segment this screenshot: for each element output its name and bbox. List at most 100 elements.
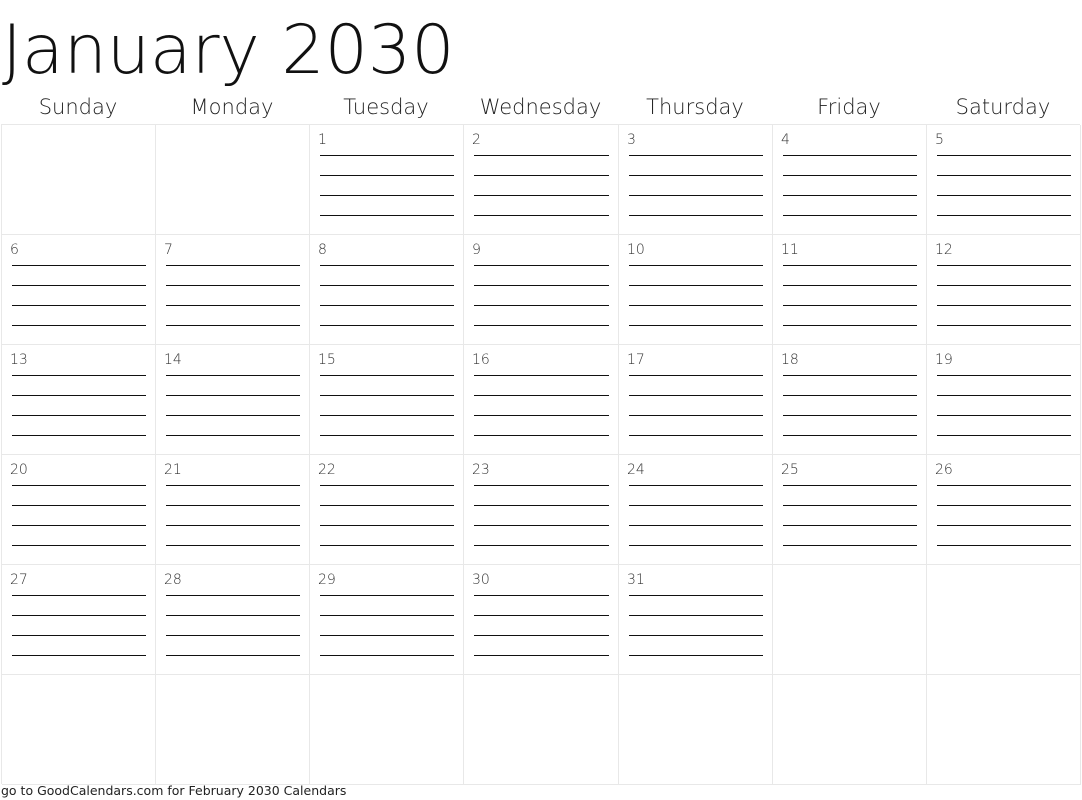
- writing-line: [12, 435, 146, 436]
- writing-line: [937, 525, 1071, 526]
- writing-line: [629, 155, 763, 156]
- writing-line: [629, 505, 763, 506]
- empty-cell: [927, 675, 1081, 785]
- writing-line: [12, 505, 146, 506]
- day-cell[interactable]: 14: [156, 345, 310, 455]
- writing-line: [320, 395, 454, 396]
- day-cell[interactable]: 16: [464, 345, 619, 455]
- day-number: 28: [164, 572, 182, 588]
- day-number: 31: [627, 572, 645, 588]
- weekday-thursday: Thursday: [646, 95, 744, 119]
- writing-line: [474, 265, 609, 266]
- day-cell[interactable]: 28: [156, 565, 310, 675]
- day-number: 4: [781, 132, 790, 148]
- day-number: 6: [10, 242, 19, 258]
- day-cell[interactable]: 15: [310, 345, 464, 455]
- day-cell[interactable]: 20: [2, 455, 156, 565]
- writing-line: [629, 265, 763, 266]
- writing-line: [474, 485, 609, 486]
- weekday-sunday: Sunday: [38, 95, 118, 119]
- weekday-friday: Friday: [817, 95, 881, 119]
- writing-line: [629, 325, 763, 326]
- day-cell[interactable]: 22: [310, 455, 464, 565]
- day-cell[interactable]: 18: [773, 345, 927, 455]
- writing-line: [937, 155, 1071, 156]
- day-cell[interactable]: 26: [927, 455, 1081, 565]
- writing-line: [320, 265, 454, 266]
- calendar-grid: 1 2 3 4 5 6 7 8 9 10 11 12 13 14 15 16 17 18 19 20 21 22 23 24 2…: [1, 124, 1081, 785]
- writing-line: [937, 545, 1071, 546]
- day-cell[interactable]: 4: [773, 125, 927, 235]
- day-cell[interactable]: 13: [2, 345, 156, 455]
- writing-line: [474, 155, 609, 156]
- writing-line: [320, 545, 454, 546]
- writing-line: [937, 265, 1071, 266]
- writing-line: [12, 615, 146, 616]
- day-cell[interactable]: 8: [310, 235, 464, 345]
- writing-line: [629, 435, 763, 436]
- writing-line: [783, 285, 917, 286]
- day-number: 3: [627, 132, 636, 148]
- writing-line: [783, 485, 917, 486]
- writing-line: [12, 595, 146, 596]
- day-number: 15: [318, 352, 336, 368]
- writing-line: [937, 305, 1071, 306]
- writing-line: [320, 635, 454, 636]
- writing-line: [474, 595, 609, 596]
- day-number: 16: [472, 352, 490, 368]
- writing-line: [783, 395, 917, 396]
- writing-line: [783, 305, 917, 306]
- writing-line: [12, 545, 146, 546]
- writing-line: [783, 155, 917, 156]
- day-cell[interactable]: 19: [927, 345, 1081, 455]
- day-cell[interactable]: 17: [619, 345, 773, 455]
- footer-link[interactable]: go to GoodCalendars.com for February 203…: [1, 783, 346, 798]
- day-cell[interactable]: 23: [464, 455, 619, 565]
- day-cell[interactable]: 24: [619, 455, 773, 565]
- empty-cell: [310, 675, 464, 785]
- day-cell[interactable]: 31: [619, 565, 773, 675]
- writing-line: [937, 395, 1071, 396]
- day-cell[interactable]: 29: [310, 565, 464, 675]
- writing-line: [474, 655, 609, 656]
- day-number: 13: [10, 352, 28, 368]
- day-cell[interactable]: 21: [156, 455, 310, 565]
- writing-line: [12, 285, 146, 286]
- day-cell[interactable]: 10: [619, 235, 773, 345]
- writing-line: [320, 435, 454, 436]
- writing-line: [320, 485, 454, 486]
- day-cell[interactable]: 1: [310, 125, 464, 235]
- day-cell[interactable]: 2: [464, 125, 619, 235]
- day-cell[interactable]: 25: [773, 455, 927, 565]
- day-cell[interactable]: 30: [464, 565, 619, 675]
- writing-line: [937, 325, 1071, 326]
- day-cell[interactable]: 27: [2, 565, 156, 675]
- day-number: 25: [781, 462, 799, 478]
- writing-line: [166, 615, 300, 616]
- writing-line: [629, 305, 763, 306]
- day-number: 11: [781, 242, 799, 258]
- day-number: 24: [627, 462, 645, 478]
- writing-line: [320, 375, 454, 376]
- writing-line: [166, 265, 300, 266]
- day-cell[interactable]: 3: [619, 125, 773, 235]
- day-cell[interactable]: 6: [2, 235, 156, 345]
- day-number: 21: [164, 462, 182, 478]
- writing-line: [783, 215, 917, 216]
- writing-line: [12, 305, 146, 306]
- empty-cell: [927, 565, 1081, 675]
- day-cell[interactable]: 9: [464, 235, 619, 345]
- day-number: 2: [472, 132, 481, 148]
- day-number: 1: [318, 132, 327, 148]
- day-number: 12: [935, 242, 953, 258]
- writing-line: [937, 435, 1071, 436]
- day-cell[interactable]: 7: [156, 235, 310, 345]
- day-cell[interactable]: 12: [927, 235, 1081, 345]
- day-number: 14: [164, 352, 182, 368]
- day-cell[interactable]: 11: [773, 235, 927, 345]
- writing-line: [629, 595, 763, 596]
- writing-line: [166, 595, 300, 596]
- empty-cell: [773, 675, 927, 785]
- day-number: 22: [318, 462, 336, 478]
- day-cell[interactable]: 5: [927, 125, 1081, 235]
